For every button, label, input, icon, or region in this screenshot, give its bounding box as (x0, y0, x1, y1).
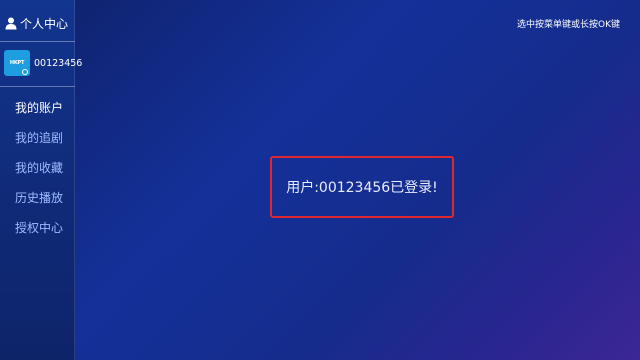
sidebar-item-history[interactable]: 历史播放 (0, 188, 75, 218)
divider (0, 41, 75, 42)
avatar: HKPT (4, 50, 30, 76)
divider (0, 86, 75, 87)
menu-hint: 选中按菜单键或长按OK键 (517, 20, 620, 30)
sidebar-menu: 我的账户 我的追剧 我的收藏 历史播放 授权中心 (0, 98, 75, 248)
user-info: HKPT 00123456 (4, 50, 82, 76)
avatar-logo-text: HKPT (9, 60, 25, 66)
sidebar-title: 个人中心 (20, 16, 69, 31)
user-id: 00123456 (34, 57, 83, 69)
settings-dot-icon (22, 69, 28, 75)
sidebar-item-my-account[interactable]: 我的账户 (0, 98, 75, 128)
sidebar-item-my-series[interactable]: 我的追剧 (0, 128, 75, 158)
login-status-message: 用户:00123456已登录! (286, 180, 438, 196)
sidebar-item-my-favorites[interactable]: 我的收藏 (0, 158, 75, 188)
sidebar-item-authorization[interactable]: 授权中心 (0, 218, 75, 248)
person-icon (4, 16, 18, 30)
login-status-box[interactable]: 用户:00123456已登录! (270, 156, 454, 218)
sidebar: 个人中心 HKPT 00123456 我的账户 我的追剧 我的收藏 历史播放 授… (0, 0, 82, 360)
sidebar-header: 个人中心 (4, 14, 68, 32)
